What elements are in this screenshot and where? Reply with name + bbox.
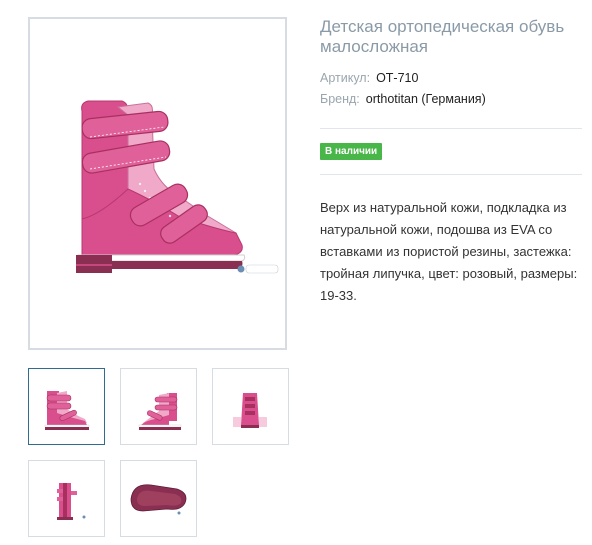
product-description: Верх из натуральной кожи, подкладка из н… xyxy=(320,200,578,303)
thumbnail-2[interactable] xyxy=(120,368,197,445)
product-title: Детская ортопедическая обувь малосложная xyxy=(320,17,565,56)
divider-bottom xyxy=(320,174,582,175)
thumbnail-3[interactable] xyxy=(212,368,289,445)
brand-label: Бренд: xyxy=(320,92,360,106)
thumbnail-5[interactable] xyxy=(120,460,197,537)
brand-row: Бренд: orthotitan (Германия) xyxy=(320,92,486,106)
watermark-logo xyxy=(237,264,279,274)
article-row: Артикул: ОТ-710 xyxy=(320,71,418,85)
thumbnail-4[interactable] xyxy=(28,460,105,537)
article-value: ОТ-710 xyxy=(376,71,419,85)
stock-status-badge: В наличии xyxy=(320,143,383,160)
divider-top xyxy=(320,128,582,129)
main-product-image[interactable] xyxy=(28,17,287,350)
brand-value: orthotitan (Германия) xyxy=(365,92,486,106)
article-label: Артикул: xyxy=(320,71,371,85)
thumbnail-1[interactable] xyxy=(28,368,105,445)
shoe-illustration xyxy=(76,100,246,273)
